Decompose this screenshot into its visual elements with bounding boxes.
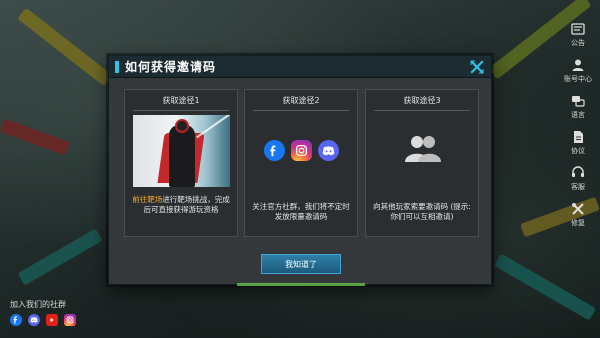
header-accent (115, 60, 119, 73)
card-title: 获取途径1 (133, 95, 229, 111)
side-item-label: 公告 (571, 39, 585, 47)
side-item-language[interactable]: 语言 (556, 94, 600, 124)
announcement-icon (571, 22, 585, 36)
friends-icon (405, 136, 441, 162)
side-item-customer-service[interactable]: 客服 (556, 166, 600, 196)
facebook-icon[interactable] (263, 140, 285, 161)
side-item-label: 账号中心 (564, 75, 592, 83)
progress-accent-bar (237, 283, 365, 286)
community-title: 加入我们的社群 (10, 300, 66, 309)
community-panel: 加入我们的社群 (10, 299, 76, 326)
card-title: 获取途径2 (253, 95, 349, 111)
card-description: 前往靶场进行靶场挑战，完成后可直接获得游玩资格 (131, 195, 231, 215)
discord-icon[interactable] (317, 140, 339, 161)
card-image-figure (169, 125, 195, 187)
dialog-body: 获取途径1 前往靶场进行靶场挑战，完成后可直接获得游玩资格 获取途径2 关注官方… (109, 78, 491, 286)
method-card-1: 获取途径1 前往靶场进行靶场挑战，完成后可直接获得游玩资格 (124, 89, 238, 237)
card-title: 获取途径3 (374, 95, 470, 111)
account-icon (571, 58, 585, 72)
method-card-2: 获取途径2 关注官方社群，我们将不定时发放限量邀请码 (244, 89, 358, 237)
method-card-3: 获取途径3 向其他玩家索要邀请码 (提示:你们可以互相邀请) (365, 89, 479, 237)
shooting-range-image (133, 115, 230, 187)
side-item-account[interactable]: 账号中心 (556, 58, 600, 88)
got-it-button[interactable]: 我知道了 (261, 254, 341, 274)
discord-icon[interactable] (28, 314, 40, 326)
community-icons (10, 314, 76, 326)
dialog-title: 如何获得邀请码 (125, 60, 217, 74)
close-icon (470, 60, 484, 74)
instagram-icon[interactable] (64, 314, 76, 326)
youtube-icon[interactable] (46, 314, 58, 326)
side-item-repair[interactable]: 修复 (556, 202, 600, 232)
dialog-header: 如何获得邀请码 (109, 56, 491, 78)
side-item-label: 客服 (571, 183, 585, 191)
side-item-label: 修复 (571, 219, 585, 227)
card-description: 关注官方社群，我们将不定时发放限量邀请码 (252, 202, 350, 221)
close-button[interactable] (469, 59, 485, 75)
agreement-icon (571, 130, 585, 144)
social-icons (245, 140, 357, 161)
side-menu: 公告 账号中心 语言 协议 客服 修复 (556, 22, 600, 232)
side-item-announcement[interactable]: 公告 (556, 22, 600, 52)
language-icon (571, 94, 585, 108)
invite-code-dialog: 如何获得邀请码 获取途径1 前往靶场进行靶场挑战，完成后可直接获得游玩资格 获取… (108, 55, 492, 286)
card-description: 向其他玩家索要邀请码 (提示:你们可以互相邀请) (373, 202, 471, 221)
side-item-label: 语言 (571, 111, 585, 119)
card-image-head (175, 119, 189, 133)
shooting-range-link[interactable]: 前往靶场 (132, 195, 162, 204)
instagram-icon[interactable] (290, 140, 312, 161)
customer-service-icon (571, 166, 585, 180)
side-item-label: 协议 (571, 147, 585, 155)
facebook-icon[interactable] (10, 314, 22, 326)
repair-icon (571, 202, 585, 216)
side-item-agreement[interactable]: 协议 (556, 130, 600, 160)
card-image-slash (196, 115, 230, 139)
